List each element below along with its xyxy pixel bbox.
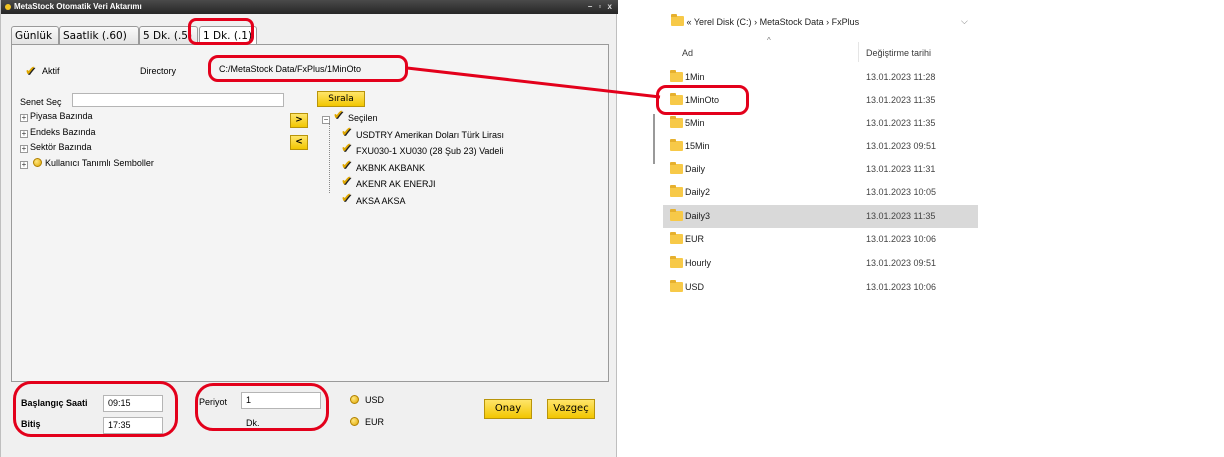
folder-icon <box>670 162 683 174</box>
checked-icon[interactable] <box>341 173 352 190</box>
tree-item-kullanici[interactable]: + Kullanıcı Tanımlı Semboller <box>20 156 154 172</box>
add-symbol-button[interactable]: > <box>290 113 308 128</box>
file-row-selected[interactable]: Daily3 13.01.2023 11:35 <box>663 205 978 228</box>
tree-item-endeks[interactable]: + Endeks Bazında <box>20 125 154 141</box>
folder-icon <box>670 280 683 292</box>
column-header-name[interactable]: Ad <box>682 48 693 58</box>
file-explorer: « Yerel Disk (C:) › MetaStock Data › FxP… <box>653 6 978 306</box>
file-row[interactable]: 1MinOto 13.01.2023 11:35 <box>663 89 978 112</box>
breadcrumb-part[interactable]: Yerel Disk (C:) <box>694 17 752 27</box>
tree-item-sektor[interactable]: + Sektör Bazında <box>20 140 154 156</box>
folder-icon <box>670 70 683 82</box>
remove-symbol-button[interactable]: < <box>290 135 308 150</box>
breadcrumb-overflow[interactable]: « <box>687 17 692 27</box>
folder-icon <box>670 139 683 151</box>
senet-sec-input[interactable] <box>72 93 284 107</box>
file-row[interactable]: Daily 13.01.2023 11:31 <box>663 158 978 181</box>
vazgec-button[interactable]: Vazgeç <box>547 399 595 419</box>
settings-panel: Aktif Directory C:/MetaStock Data/FxPlus… <box>11 44 609 382</box>
folder-icon <box>671 14 684 26</box>
baslangic-input[interactable]: 09:15 <box>103 395 163 412</box>
checked-icon[interactable] <box>333 107 344 124</box>
expand-icon[interactable]: + <box>20 160 28 169</box>
file-row[interactable]: USD 13.01.2023 10:06 <box>663 276 978 299</box>
file-row[interactable]: EUR 13.01.2023 10:06 <box>663 228 978 251</box>
file-row[interactable]: 15Min 13.01.2023 09:51 <box>663 135 978 158</box>
sort-up-icon: ^ <box>767 36 771 45</box>
expand-icon[interactable]: + <box>20 145 28 153</box>
breadcrumb-part[interactable]: FxPlus <box>832 17 860 27</box>
checked-icon[interactable] <box>341 190 352 207</box>
baslangic-label: Başlangıç Saati <box>21 398 88 408</box>
tree-item-piyasa[interactable]: + Piyasa Bazında <box>20 109 154 125</box>
aktif-checkbox[interactable] <box>25 63 36 79</box>
expand-icon[interactable]: + <box>20 114 28 122</box>
selected-tree: −Seçilen USDTRY Amerikan Doları Türk Lir… <box>322 107 504 210</box>
eur-label: EUR <box>365 417 385 427</box>
checked-icon[interactable] <box>341 124 352 141</box>
folder-icon <box>670 93 683 105</box>
eur-radio-icon[interactable] <box>350 417 359 426</box>
tab-saatlik[interactable]: Saatlik (.60) <box>59 26 139 44</box>
tab-gunluk[interactable]: Günlük <box>11 26 59 44</box>
breadcrumb-part[interactable]: MetaStock Data <box>760 17 824 27</box>
checked-icon[interactable] <box>341 157 352 174</box>
chevron-down-icon[interactable]: ⌵ <box>961 16 968 27</box>
usd-radio-icon[interactable] <box>350 395 359 404</box>
directory-field[interactable]: C:/MetaStock Data/FxPlus/1MinOto <box>215 62 405 78</box>
bitis-input[interactable]: 17:35 <box>103 417 163 434</box>
metastock-window: MetaStock Otomatik Veri Aktarımı – ▫ x G… <box>0 0 618 457</box>
folder-icon <box>670 116 683 128</box>
bullet-icon <box>33 157 42 167</box>
app-icon <box>5 3 11 10</box>
file-row[interactable]: Hourly 13.01.2023 09:51 <box>663 252 978 275</box>
category-tree: + Piyasa Bazında + Endeks Bazında + Sektör … <box>20 109 154 171</box>
usd-label: USD <box>365 395 385 405</box>
tab-5dk[interactable]: 5 Dk. (.5) <box>139 26 198 44</box>
file-row[interactable]: Daily2 13.01.2023 10:05 <box>663 181 978 204</box>
file-row[interactable]: 1Min 13.01.2023 11:28 <box>663 66 978 89</box>
periyot-input[interactable]: 1 <box>241 392 321 409</box>
periyot-unit: Dk. <box>246 418 260 428</box>
window-title: MetaStock Otomatik Veri Aktarımı <box>14 2 142 11</box>
senet-sec-label: Senet Seç <box>20 97 62 107</box>
bitis-label: Bitiş <box>21 419 41 429</box>
folder-icon <box>670 209 683 221</box>
selected-item[interactable]: AKSA AKSA <box>322 190 504 210</box>
column-divider[interactable] <box>858 42 859 62</box>
breadcrumb[interactable]: « Yerel Disk (C:) › MetaStock Data › FxP… <box>671 14 860 27</box>
bottom-bar: Başlangıç Saati 09:15 Bitiş 17:35 Periyo… <box>11 382 609 457</box>
directory-label: Directory <box>140 66 177 76</box>
periyot-label: Periyot <box>199 397 228 407</box>
file-row[interactable]: 5Min 13.01.2023 11:35 <box>663 112 978 135</box>
folder-icon <box>670 232 683 244</box>
expand-icon[interactable]: + <box>20 129 28 138</box>
onay-button[interactable]: Onay <box>484 399 532 419</box>
window-titlebar: MetaStock Otomatik Veri Aktarımı – ▫ x <box>1 0 618 14</box>
column-header-date[interactable]: Değiştirme tarihi <box>866 48 931 58</box>
aktif-label: Aktif <box>42 66 60 76</box>
folder-icon <box>670 185 683 197</box>
tree-guide-line <box>329 123 330 193</box>
folder-icon <box>670 256 683 268</box>
tab-1dk[interactable]: 1 Dk. (.1) <box>199 26 257 45</box>
sirala-button[interactable]: Sırala <box>317 91 365 107</box>
scrollbar[interactable] <box>653 114 655 164</box>
checked-icon[interactable] <box>341 140 352 157</box>
window-controls[interactable]: – ▫ x <box>588 0 614 14</box>
